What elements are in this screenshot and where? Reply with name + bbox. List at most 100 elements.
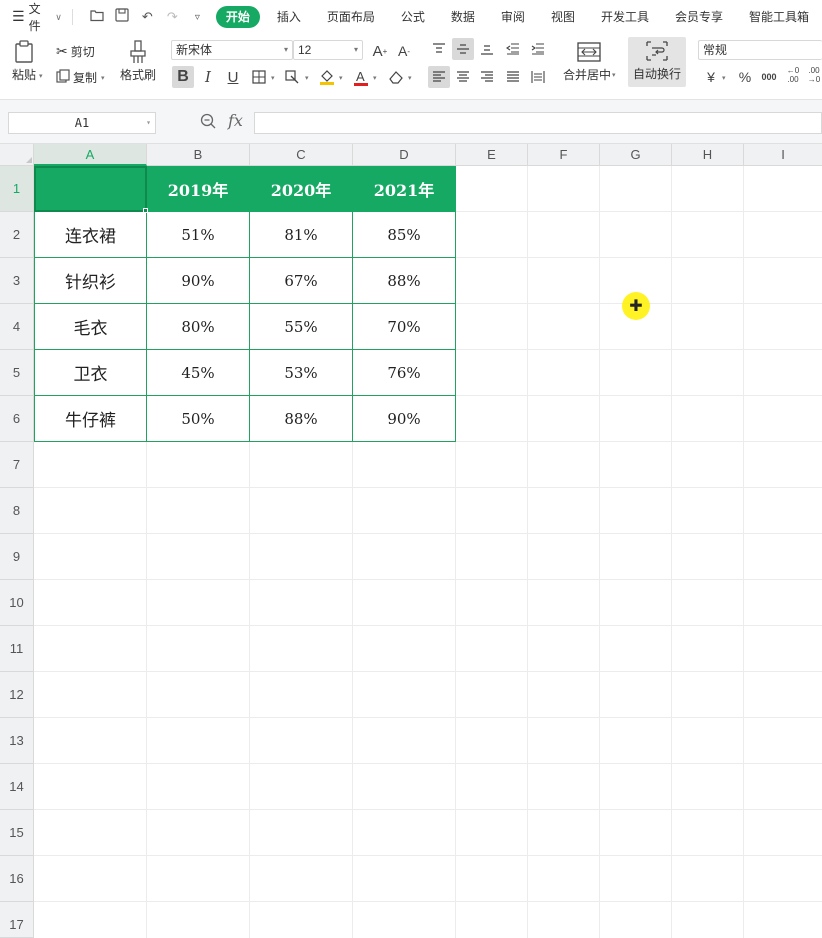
tab-member[interactable]: 会员专享 <box>662 6 736 28</box>
table-cell[interactable]: 88% <box>250 396 353 442</box>
row-header-1[interactable]: 1 <box>0 166 34 212</box>
decrease-decimal-icon[interactable]: .00 →0 <box>806 64 822 86</box>
zoom-search-icon[interactable] <box>200 113 216 133</box>
decrease-indent-icon[interactable] <box>502 38 524 60</box>
column-header-f[interactable]: F <box>528 144 600 166</box>
table-cell[interactable]: 51% <box>147 212 250 258</box>
tab-review[interactable]: 审阅 <box>488 6 538 28</box>
tab-view[interactable]: 视图 <box>538 6 588 28</box>
table-cell[interactable]: 76% <box>353 350 456 396</box>
table-cell[interactable]: 85% <box>353 212 456 258</box>
tab-formulas[interactable]: 公式 <box>388 6 438 28</box>
redo-icon[interactable]: ↷ <box>160 10 185 25</box>
table-cell[interactable]: 针织衫 <box>34 258 147 304</box>
cell-style-dropdown-arrow[interactable]: ▾ <box>305 74 309 82</box>
percent-icon[interactable]: % <box>734 66 756 88</box>
table-cell[interactable]: 50% <box>147 396 250 442</box>
bold-icon[interactable]: B <box>172 66 194 88</box>
row-header-12[interactable]: 12 <box>0 672 34 718</box>
tab-home[interactable]: 开始 <box>215 6 260 28</box>
justify-icon[interactable] <box>502 66 524 88</box>
row-header-17[interactable]: 17 <box>0 902 34 938</box>
merge-center-dropdown-arrow[interactable]: ▾ <box>612 71 616 79</box>
cut-button[interactable]: ✂ 剪切 <box>56 43 95 60</box>
name-box[interactable]: A1 ▾ <box>8 112 156 134</box>
fill-handle[interactable] <box>143 208 148 213</box>
row-header-5[interactable]: 5 <box>0 350 34 396</box>
selected-cell-a1[interactable] <box>34 166 147 212</box>
currency-icon[interactable]: ¥ <box>700 66 722 88</box>
increase-indent-icon[interactable] <box>527 38 549 60</box>
column-header-h[interactable]: H <box>672 144 744 166</box>
tab-data[interactable]: 数据 <box>438 6 488 28</box>
align-top-icon[interactable] <box>428 38 450 60</box>
row-header-7[interactable]: 7 <box>0 442 34 488</box>
row-header-3[interactable]: 3 <box>0 258 34 304</box>
table-cell[interactable]: 55% <box>250 304 353 350</box>
row-header-9[interactable]: 9 <box>0 534 34 580</box>
wrap-text-button[interactable]: 自动换行 <box>628 37 686 87</box>
formula-input[interactable] <box>254 112 822 134</box>
fx-icon[interactable]: fx <box>228 111 243 130</box>
row-header-8[interactable]: 8 <box>0 488 34 534</box>
eraser-dropdown-arrow[interactable]: ▾ <box>408 74 412 82</box>
align-bottom-icon[interactable] <box>476 38 498 60</box>
increase-font-icon[interactable]: A + <box>369 40 391 62</box>
table-cell[interactable]: 88% <box>353 258 456 304</box>
column-header-e[interactable]: E <box>456 144 528 166</box>
paste-button[interactable]: 粘贴 <box>10 38 38 83</box>
row-header-15[interactable]: 15 <box>0 810 34 856</box>
fill-color-icon[interactable] <box>316 66 338 88</box>
row-header-10[interactable]: 10 <box>0 580 34 626</box>
table-cell[interactable]: 连衣裙 <box>34 212 147 258</box>
table-cell[interactable]: 牛仔裤 <box>34 396 147 442</box>
table-cell[interactable]: 毛衣 <box>34 304 147 350</box>
row-header-13[interactable]: 13 <box>0 718 34 764</box>
tab-developer[interactable]: 开发工具 <box>588 6 662 28</box>
eraser-icon[interactable] <box>385 66 407 88</box>
table-cell[interactable]: 卫衣 <box>34 350 147 396</box>
align-left-icon[interactable] <box>428 66 450 88</box>
font-color-dropdown-arrow[interactable]: ▾ <box>373 74 377 82</box>
undo-icon[interactable]: ↶ <box>135 10 160 25</box>
table-cell[interactable]: 53% <box>250 350 353 396</box>
thousands-separator-icon[interactable]: 000 <box>758 66 780 88</box>
italic-icon[interactable]: I <box>197 66 219 88</box>
save-icon[interactable] <box>110 8 135 26</box>
decrease-font-icon[interactable]: A- <box>393 40 415 62</box>
align-right-icon[interactable] <box>476 66 498 88</box>
more-icon[interactable]: ▿ <box>185 12 210 23</box>
column-header-c[interactable]: C <box>250 144 353 166</box>
table-cell[interactable]: 90% <box>353 396 456 442</box>
increase-decimal-icon[interactable]: ←0 .00 <box>782 64 804 86</box>
open-folder-icon[interactable] <box>85 9 110 26</box>
distributed-align-icon[interactable] <box>527 66 549 88</box>
table-header-cell[interactable]: 2021年 <box>353 166 456 212</box>
format-painter-button[interactable]: 格式刷 <box>120 38 156 83</box>
column-header-b[interactable]: B <box>147 144 250 166</box>
column-header-a[interactable]: A <box>34 144 147 166</box>
row-header-4[interactable]: 4 <box>0 304 34 350</box>
table-cell[interactable]: 81% <box>250 212 353 258</box>
table-cell[interactable]: 67% <box>250 258 353 304</box>
underline-icon[interactable]: U <box>222 66 244 88</box>
table-cell[interactable]: 70% <box>353 304 456 350</box>
number-format-select[interactable]: 常规 <box>698 40 822 60</box>
fill-color-dropdown-arrow[interactable]: ▾ <box>339 74 343 82</box>
table-header-cell[interactable]: 2020年 <box>250 166 353 212</box>
row-header-2[interactable]: 2 <box>0 212 34 258</box>
border-dropdown-arrow[interactable]: ▾ <box>271 74 275 82</box>
copy-button[interactable]: 复制 ▾ <box>56 69 105 86</box>
cell-style-icon[interactable] <box>282 66 304 88</box>
table-cell[interactable]: 80% <box>147 304 250 350</box>
column-header-i[interactable]: I <box>744 144 822 166</box>
font-size-select[interactable]: 12 ▾ <box>293 40 363 60</box>
border-icon[interactable] <box>248 66 270 88</box>
align-middle-icon[interactable] <box>452 38 474 60</box>
align-center-icon[interactable] <box>452 66 474 88</box>
row-header-6[interactable]: 6 <box>0 396 34 442</box>
file-menu[interactable]: ☰ 文件 ∨ <box>0 2 68 33</box>
paste-dropdown-arrow[interactable]: ▾ <box>39 72 43 80</box>
copy-dropdown-arrow[interactable]: ▾ <box>101 74 105 82</box>
select-all-corner[interactable] <box>0 144 34 166</box>
